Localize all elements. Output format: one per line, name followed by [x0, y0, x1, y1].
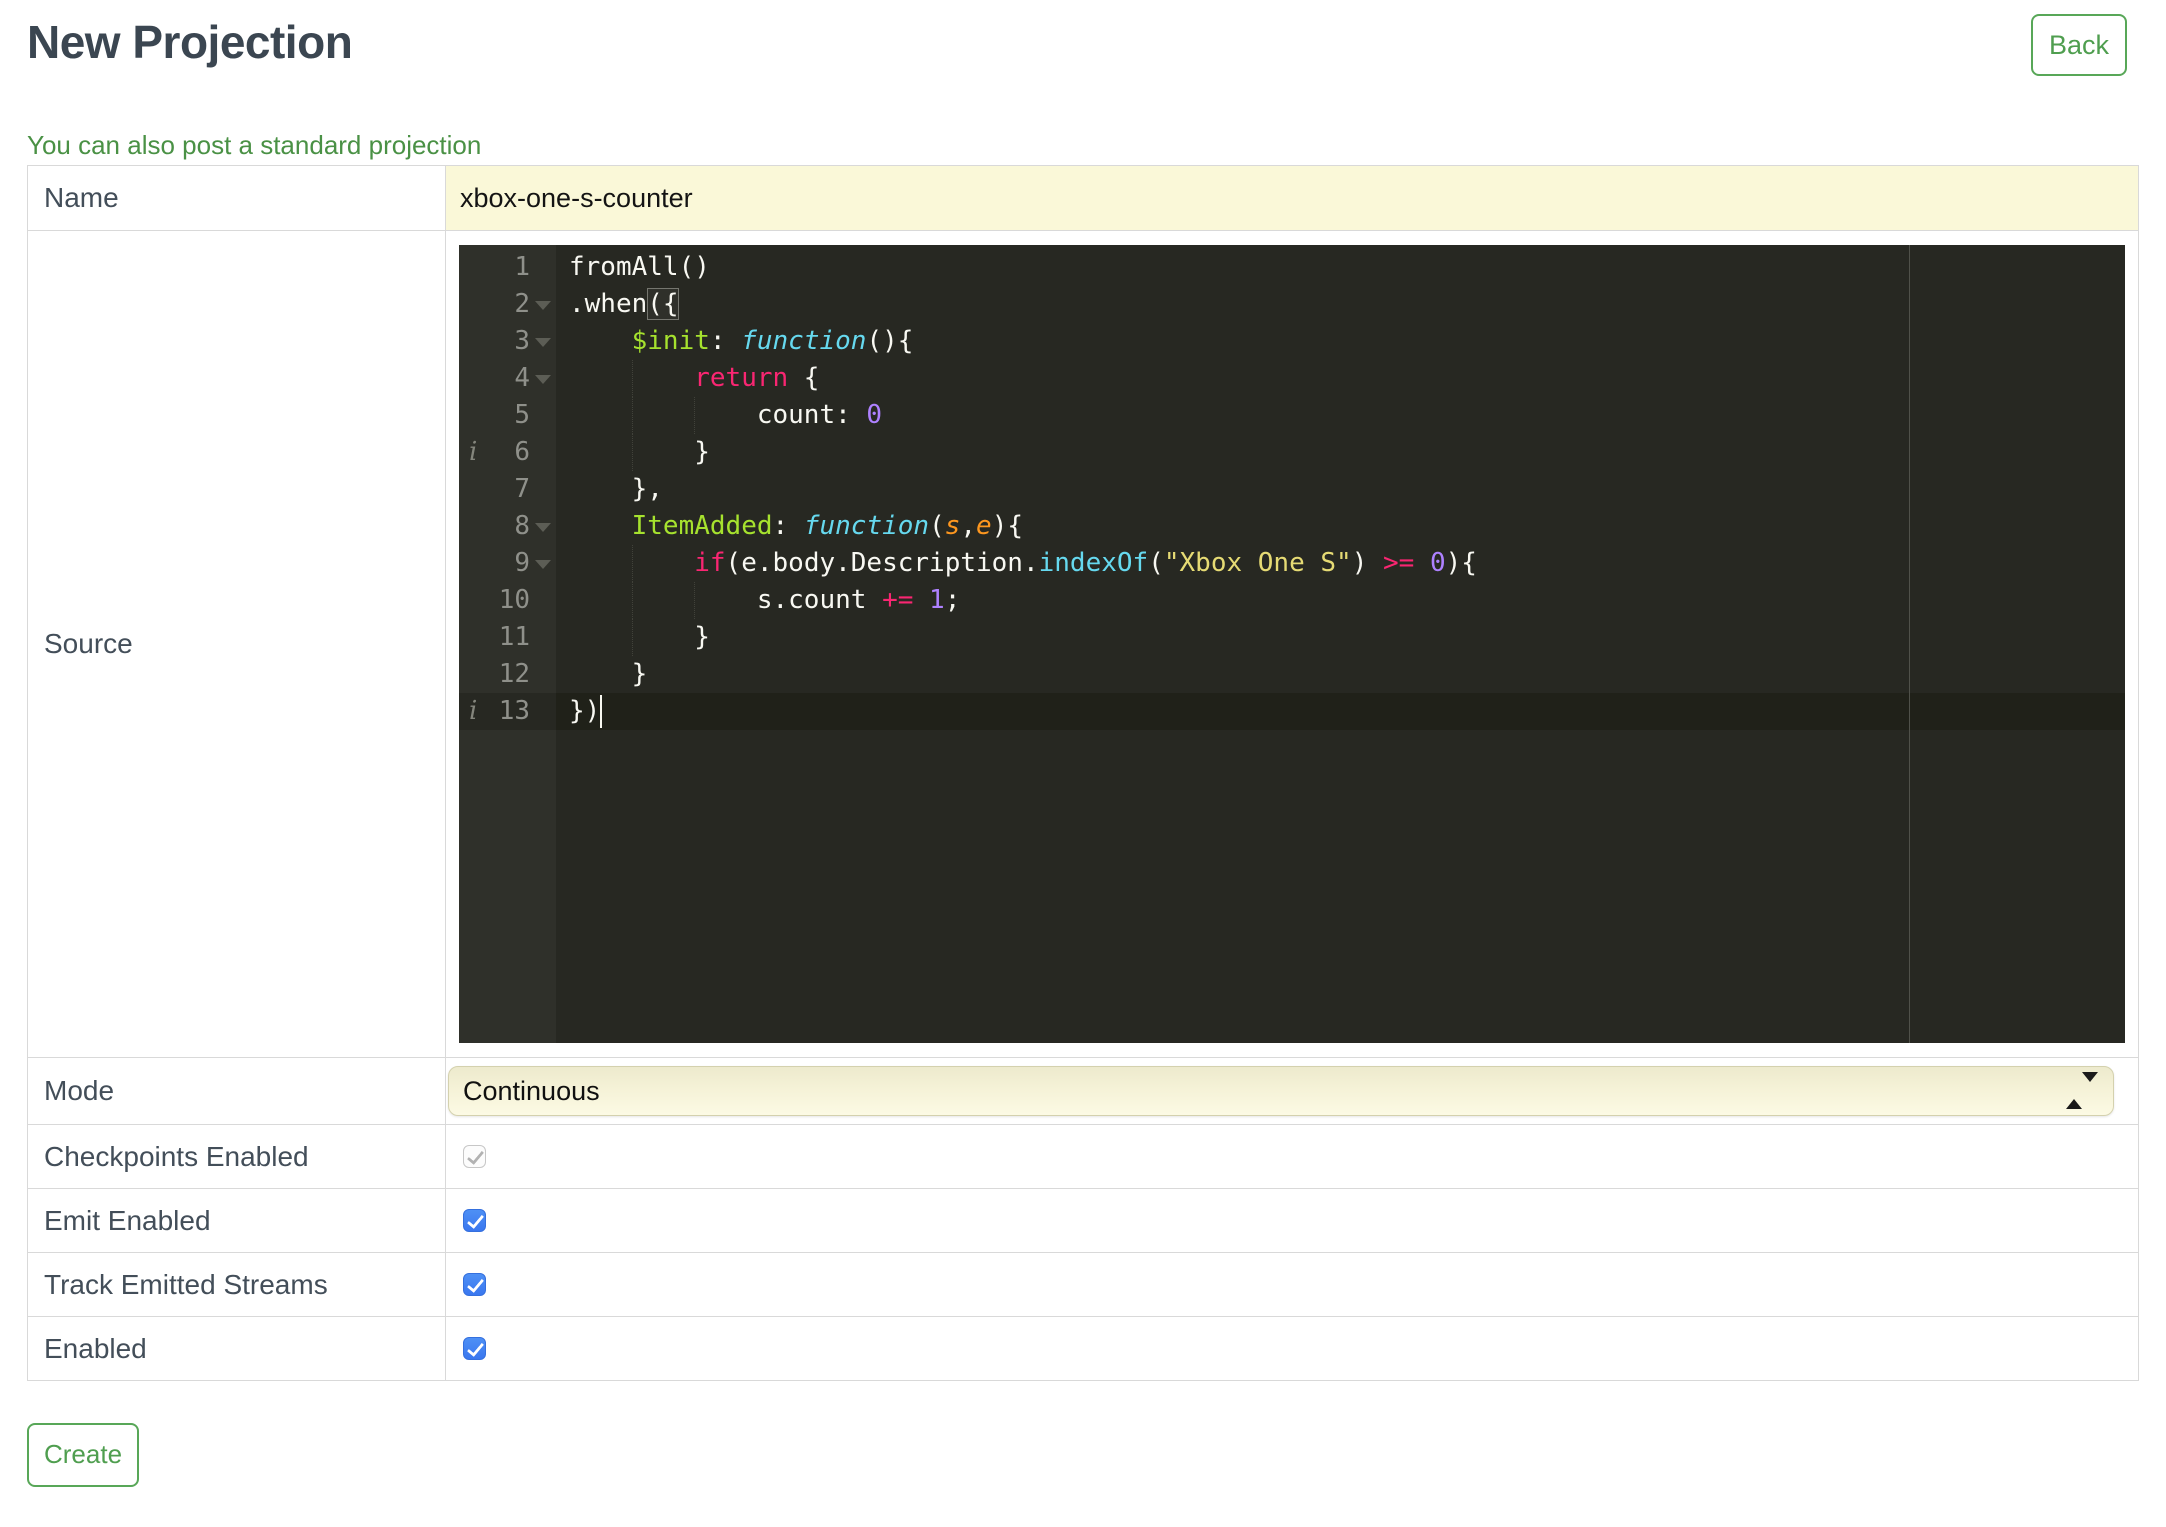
code-line: fromAll()	[569, 252, 710, 283]
indent-guide	[694, 397, 696, 435]
gutter-line: 5	[459, 397, 556, 434]
create-button[interactable]: Create	[27, 1423, 140, 1487]
gutter-line: 7	[459, 471, 556, 508]
emit-row: Emit Enabled	[27, 1188, 2139, 1254]
mode-select[interactable]: Continuous	[448, 1066, 2114, 1117]
track-row: Track Emitted Streams	[27, 1252, 2139, 1318]
gutter-line: 11	[459, 619, 556, 656]
gutter-line: 3	[459, 323, 556, 360]
gutter-line: i6	[459, 434, 556, 471]
code-line: count: 0	[569, 397, 2125, 435]
indent-guide	[631, 360, 633, 398]
indent-guide	[631, 582, 633, 620]
new-projection-page: New Projection Back You can also post a …	[0, 14, 2166, 1487]
fold-icon[interactable]	[535, 560, 551, 570]
code-line: },	[569, 474, 663, 505]
fold-icon[interactable]	[535, 375, 551, 385]
gutter-line: 12	[459, 656, 556, 693]
info-annotation-icon: i	[469, 696, 478, 727]
line-number: 6	[514, 437, 530, 468]
indent-guide	[631, 619, 633, 657]
code-line: return {	[569, 360, 2125, 398]
name-label: Name	[27, 165, 446, 232]
code-line: }	[569, 619, 2125, 657]
enabled-row: Enabled	[27, 1316, 2139, 1382]
line-number: 8	[514, 511, 530, 542]
line-number: 4	[514, 363, 530, 394]
gutter-line: 8	[459, 508, 556, 545]
fold-icon[interactable]	[535, 338, 551, 348]
checkpoints-checkbox	[463, 1145, 486, 1169]
enabled-checkbox[interactable]	[463, 1337, 486, 1361]
gutter-line: 9	[459, 545, 556, 582]
gutter-line: 1	[459, 249, 556, 286]
standard-projection-link[interactable]: You can also post a standard projection	[27, 130, 481, 161]
gutter-line: 10	[459, 582, 556, 619]
back-button[interactable]: Back	[2030, 14, 2127, 77]
emit-label: Emit Enabled	[27, 1188, 446, 1254]
indent-guide	[631, 434, 633, 472]
mode-select-wrap: Continuous	[448, 1066, 2114, 1117]
page-header: New Projection Back	[27, 14, 2139, 77]
indent-guide	[631, 397, 633, 435]
source-row: Source 1 2 3 4 5 i 6 7 8 9 10 11 12 i 13 fromAll() .whe…	[27, 230, 2139, 1059]
enabled-label: Enabled	[27, 1316, 446, 1382]
line-number: 13	[498, 696, 530, 727]
line-number: 11	[498, 622, 530, 653]
gutter-line: 2	[459, 286, 556, 323]
line-number: 10	[498, 585, 530, 616]
line-number: 2	[514, 289, 530, 320]
name-row: Name	[27, 165, 2139, 232]
line-number: 5	[514, 400, 530, 431]
line-number: 3	[514, 326, 530, 357]
text-cursor	[600, 695, 603, 729]
track-label: Track Emitted Streams	[27, 1252, 446, 1318]
page-title: New Projection	[27, 16, 353, 68]
indent-guide	[631, 545, 633, 583]
track-checkbox[interactable]	[463, 1273, 486, 1297]
code-line: if(e.body.Description.indexOf("Xbox One …	[569, 545, 2125, 583]
code-line: .when({	[569, 288, 679, 321]
source-label: Source	[27, 230, 446, 1059]
line-number: 12	[498, 659, 530, 690]
projection-form-table: Name Source 12345i6789101112i13 fromAll(…	[27, 165, 2139, 1382]
line-number-gutter: 1 2 3 4 5 i 6 7 8 9 10 11 12 i 13	[459, 245, 556, 1044]
fold-icon[interactable]	[535, 301, 551, 311]
indent-guide	[694, 582, 696, 620]
source-code-editor[interactable]: 1 2 3 4 5 i 6 7 8 9 10 11 12 i 13 fromAll() .when({ $in…	[459, 245, 2125, 1044]
line-number: 9	[514, 548, 530, 579]
checkpoints-label: Checkpoints Enabled	[27, 1124, 446, 1190]
code-line: $init: function(){	[631, 326, 914, 357]
mode-label: Mode	[27, 1057, 446, 1126]
emit-checkbox[interactable]	[463, 1209, 486, 1233]
gutter-line: 4	[459, 360, 556, 397]
code-line: s.count += 1;	[569, 582, 2125, 620]
line-number: 7	[514, 474, 530, 505]
code-line: })	[569, 695, 603, 729]
mode-row: Mode Continuous	[27, 1057, 2139, 1126]
fold-icon[interactable]	[535, 523, 551, 533]
line-number: 1	[514, 252, 530, 283]
info-annotation-icon: i	[469, 437, 478, 468]
code-line: ItemAdded: function(s,e){	[631, 511, 1023, 542]
checkpoints-row: Checkpoints Enabled	[27, 1124, 2139, 1190]
code-line: }	[569, 659, 648, 690]
matching-bracket-highlight	[647, 288, 679, 321]
name-input[interactable]	[446, 166, 2138, 231]
gutter-line: i 13	[459, 693, 556, 731]
code-area: fromAll() .when({ $init: function(){ retu…	[556, 245, 2125, 1043]
code-line: }	[569, 434, 2125, 472]
